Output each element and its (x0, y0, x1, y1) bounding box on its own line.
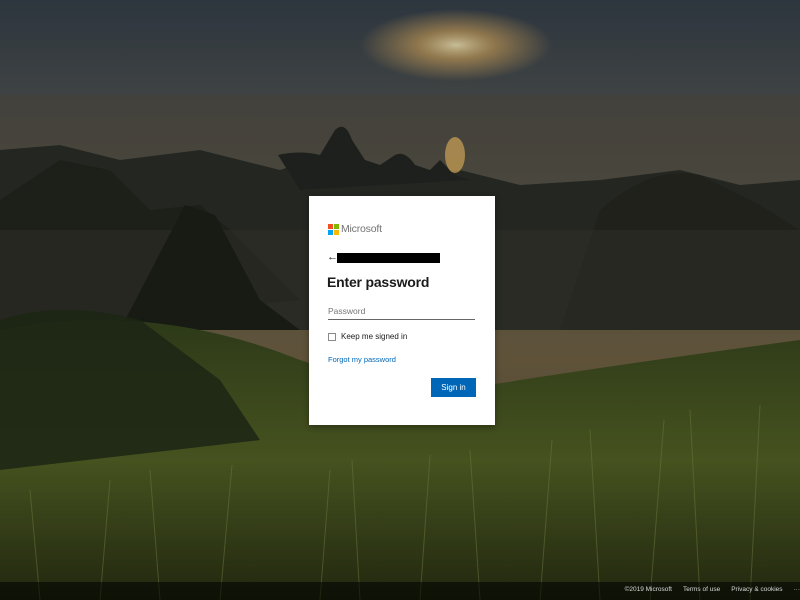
keep-signed-in-row[interactable]: Keep me signed in (328, 332, 407, 341)
footer-more-icon[interactable]: ··· (794, 586, 800, 593)
footer-copyright: ©2019 Microsoft (624, 586, 672, 593)
sign-in-button[interactable]: Sign in (431, 378, 476, 397)
footer: ©2019 Microsoft Terms of use Privacy & c… (0, 582, 800, 600)
footer-links: ©2019 Microsoft Terms of use Privacy & c… (614, 586, 800, 593)
logo-square-red (328, 223, 333, 229)
footer-privacy-link[interactable]: Privacy & cookies (731, 586, 782, 593)
logo-square-yellow (334, 229, 339, 235)
brand-name: Microsoft (341, 223, 382, 235)
keep-signed-in-label[interactable]: Keep me signed in (341, 332, 407, 341)
footer-terms-link[interactable]: Terms of use (683, 586, 720, 593)
logo-square-blue (328, 229, 333, 235)
redacted-identity (337, 253, 440, 263)
microsoft-logo-icon (328, 223, 339, 235)
keep-signed-in-checkbox[interactable] (328, 332, 336, 341)
back-arrow-icon[interactable]: ← (327, 251, 338, 262)
password-input[interactable] (328, 302, 475, 320)
logo-square-green (334, 223, 339, 229)
signin-card: Microsoft ← Enter password Keep me signe… (309, 196, 495, 425)
microsoft-logo: Microsoft (328, 223, 382, 235)
forgot-password-link[interactable]: Forgot my password (328, 355, 396, 364)
identity-row: ← (327, 250, 440, 263)
page-title: Enter password (327, 274, 430, 290)
